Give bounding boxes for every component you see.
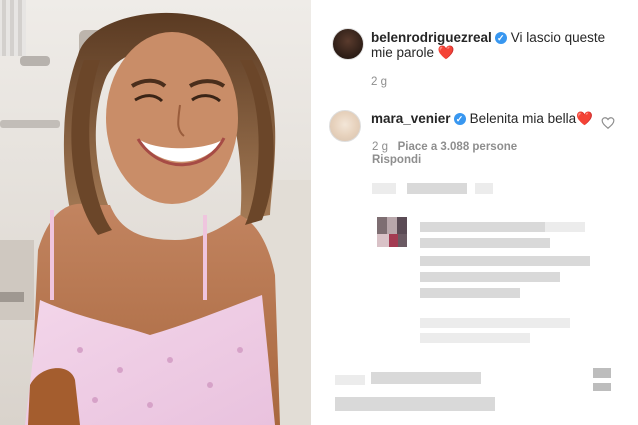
comment-meta: 2 g Piace a 3.088 persone: [372, 141, 517, 153]
post-caption-text: Vi lascio queste: [510, 30, 606, 45]
red-heart-emoji-icon: ❤️: [576, 111, 593, 126]
commenter-username[interactable]: mara_venier: [371, 111, 451, 126]
heart-outline-icon[interactable]: [601, 116, 615, 130]
post-caption-text-2: mie parole: [371, 45, 435, 60]
verified-badge-icon: ✓: [494, 32, 507, 44]
commenter-avatar[interactable]: [329, 110, 361, 142]
post-caption-line1: belenrodriguezreal ✓ Vi lascio queste: [371, 30, 605, 45]
post-author-username[interactable]: belenrodriguezreal: [371, 30, 492, 45]
comments-panel: belenrodriguezreal ✓ Vi lascio queste mie …: [315, 0, 638, 425]
reply-link[interactable]: Rispondi: [372, 154, 421, 166]
comment-timestamp: 2 g: [372, 141, 388, 153]
woman-portrait-image: [0, 0, 311, 425]
post-timestamp: 2 g: [371, 76, 387, 88]
comment-likes[interactable]: Piace a 3.088 persone: [398, 141, 518, 153]
post-caption-line2: mie parole ❤️: [371, 45, 455, 61]
comment-text: Belenita mia bella: [469, 111, 577, 126]
red-heart-emoji-icon: ❤️: [437, 45, 455, 60]
author-avatar[interactable]: [332, 28, 364, 60]
post-photo: [0, 0, 311, 425]
verified-badge-icon: ✓: [453, 113, 466, 125]
blurred-avatar: [377, 217, 407, 247]
comment-line: mara_venier ✓ Belenita mia bella❤️: [371, 111, 593, 127]
